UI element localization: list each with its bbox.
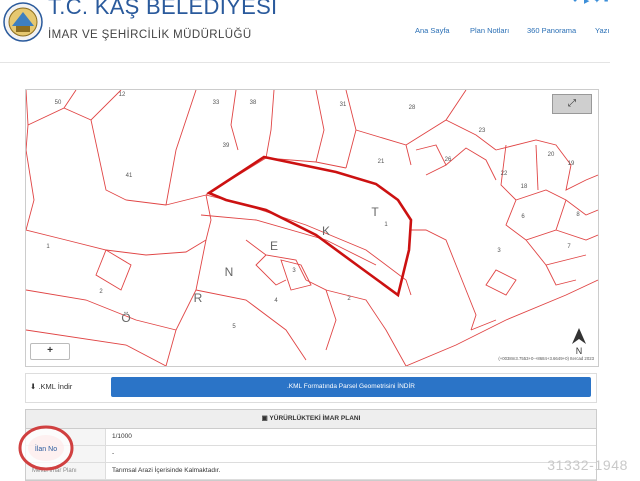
document-icon: ▣ [261,415,268,422]
row-value: - [112,450,115,457]
parcel-label: 39 [223,143,230,149]
parcel-label: 21 [378,159,385,165]
kml-download-label: ⬇ .KML İndir [30,382,73,391]
svg-text:İlan No: İlan No [35,444,57,453]
table-row: 1/1000 [26,429,596,446]
row-value: Tarımsal Arazi İçerisinde Kalmaktadır. [112,467,221,474]
parcel-label: 33 [213,100,220,106]
download-icon: ⬇ [30,382,37,391]
parcel-label: 3 [497,248,501,254]
youtube-icon[interactable]: ▶ [584,0,589,5]
parcel-label: 18 [521,184,528,190]
page-subtitle: İMAR VE ŞEHİRCİLİK MÜDÜRLÜĞÜ [48,29,252,41]
nav-panorama[interactable]: 360 Panorama [527,26,576,35]
parcel-label: 7 [567,244,571,250]
table-row: Mevzi İmar Planı Tarımsal Arazi İçerisin… [26,463,596,480]
parcel-label: 2 [99,289,103,295]
parcel-label: 26 [445,157,452,163]
listing-stamp-logo: İlan No [18,425,74,471]
parcel-label: 1 [46,244,50,250]
parcel-label: 6 [521,214,525,220]
parcel-label: 19 [568,161,575,167]
nav-plan-notes[interactable]: Plan Notları [470,26,509,35]
place-name-letter: Ö [121,311,130,325]
zoning-plan-table: ▣ YÜRÜRLÜKTEKİ İMAR PLANI 1/1000 - Mevzi… [25,409,597,481]
parcel-label: 2 [347,296,351,302]
row-value: 1/1000 [112,433,132,440]
parcel-label: 5 [232,324,236,330]
svg-text:N: N [576,346,583,356]
place-name-letter: T [371,205,379,219]
parcel-label: 38 [250,100,257,106]
place-name-letter: N [225,265,234,279]
table-row: - [26,446,596,463]
twitter-icon[interactable]: ✦ [594,0,600,5]
site-header: T.C. KAŞ BELEDİYESİ İMAR VE ŞEHİRCİLİK M… [0,0,610,63]
place-name-letter: K [322,224,330,238]
municipality-logo[interactable] [2,0,44,46]
watermark: 31332-1948 [547,457,628,473]
parcel-label: 12 [119,92,126,98]
scale-readout: (+0038m3.7553+0-+8684+3.6649+0) Itercad … [498,356,594,361]
parcel-map-canvas[interactable]: 50 12 33 38 31 28 41 39 23 21 26 22 20 1… [26,90,598,366]
facebook-icon[interactable]: ● [573,0,577,4]
parcel-label: 4 [274,298,278,304]
parcel-label: 1 [384,222,388,228]
nav-home[interactable]: Ana Sayfa [415,26,450,35]
page-title: T.C. KAŞ BELEDİYESİ [48,0,278,19]
parcel-label: 20 [548,152,555,158]
zoning-plan-heading: ▣ YÜRÜRLÜKTEKİ İMAR PLANI [26,410,596,429]
zoom-in-button[interactable]: + [30,343,70,360]
parcel-label: 28 [409,105,416,111]
kml-download-row: ⬇ .KML İndir .KML Formatında Parsel Geom… [25,373,597,403]
parcel-label: 23 [479,128,486,134]
parcel-label: 50 [55,100,62,106]
place-name-letter: E [270,239,278,253]
north-arrow-icon: N [572,328,586,356]
layer-toggle-thumbnail[interactable]: ⤢ [552,94,592,114]
nav-more[interactable]: Yazı [595,26,609,35]
place-name-letter: R [194,291,203,305]
parcel-label: 22 [501,171,508,177]
parcel-label: 3 [292,268,296,274]
parcel-map[interactable]: 50 12 33 38 31 28 41 39 23 21 26 22 20 1… [25,89,599,367]
selected-parcel-outline [206,155,413,298]
kml-download-button[interactable]: .KML Formatında Parsel Geometrisini İNDİ… [111,377,591,397]
parcel-label: 8 [576,212,580,218]
parcel-label: 31 [340,102,347,108]
linkedin-icon[interactable]: ■ [604,0,608,4]
parcel-label: 41 [126,173,133,179]
